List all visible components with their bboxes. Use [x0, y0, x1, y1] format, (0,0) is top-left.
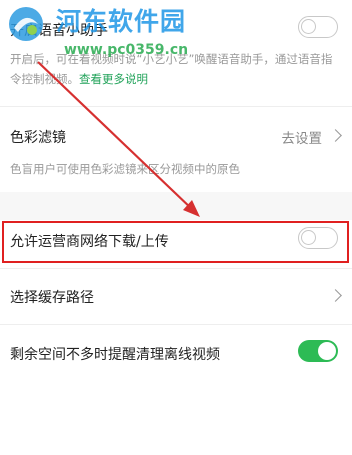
more-info-link[interactable]: 查看更多说明	[79, 72, 148, 86]
chevron-right-icon	[329, 289, 342, 302]
voice-assistant-desc-line2: 令控制视频。查看更多说明	[10, 69, 148, 89]
cache-path-title: 选择缓存路径	[10, 290, 94, 306]
toggle-knob	[301, 19, 316, 34]
divider	[0, 324, 352, 325]
watermark-title: 河东软件园	[56, 7, 187, 36]
toggle-knob	[318, 342, 336, 360]
color-filter-row[interactable]: 色彩滤镜 去设置 色盲用户可使用色彩滤镜来区分视频中的原色	[0, 107, 352, 187]
watermark-logo-icon	[9, 7, 43, 41]
divider	[0, 268, 352, 269]
color-filter-value: 去设置	[281, 131, 323, 147]
chevron-right-icon	[329, 129, 342, 142]
voice-assistant-desc-prefix: 令控制视频。	[10, 72, 79, 86]
color-filter-desc: 色盲用户可使用色彩滤镜来区分视频中的原色	[10, 162, 240, 176]
low-space-title: 剩余空间不多时提醒清理离线视频	[10, 347, 220, 363]
low-space-toggle[interactable]	[298, 340, 338, 362]
low-space-row: 剩余空间不多时提醒清理离线视频	[0, 326, 352, 380]
highlight-box	[2, 221, 349, 263]
cache-path-row[interactable]: 选择缓存路径	[0, 270, 352, 322]
voice-assistant-toggle[interactable]	[298, 16, 338, 38]
color-filter-title: 色彩滤镜	[10, 130, 66, 146]
section-gap	[0, 192, 352, 220]
watermark-url: www.pc0359.cn	[64, 42, 189, 58]
